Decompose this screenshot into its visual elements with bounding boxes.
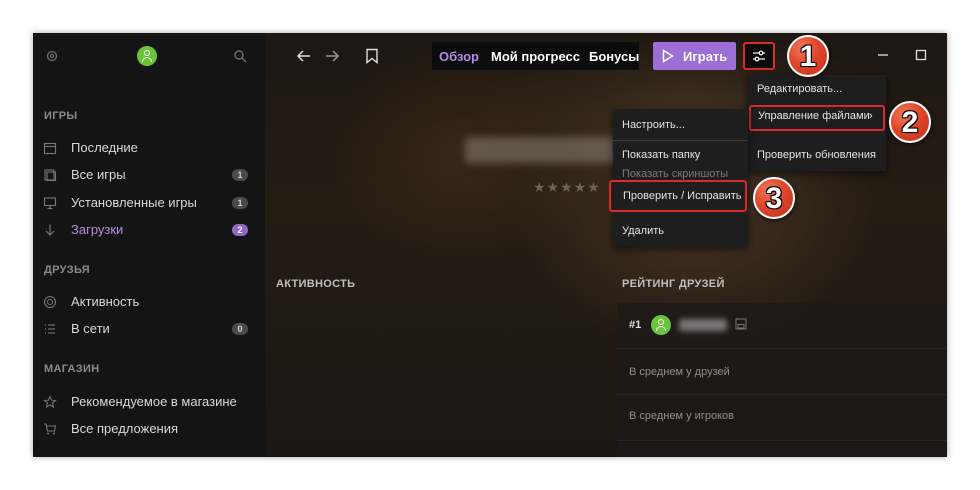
- menu-item-configure[interactable]: Настроить...: [613, 115, 748, 137]
- save-icon: [735, 318, 747, 330]
- file-management-menu: Настроить... Показать папку Показать скр…: [609, 109, 748, 247]
- sidebar-item-activity[interactable]: Активность: [33, 289, 265, 315]
- sidebar-item-label: Последние: [71, 140, 138, 155]
- play-button[interactable]: Играть: [653, 42, 736, 70]
- monitor-icon: [43, 197, 57, 210]
- rating-row: В среднем у друзей: [617, 349, 947, 395]
- menu-item-delete[interactable]: Удалить: [613, 221, 748, 243]
- menu-separator: [613, 140, 748, 141]
- count-badge: 0: [232, 323, 248, 335]
- menu-item-edit[interactable]: Редактировать...: [748, 79, 886, 101]
- menu-item-check-updates[interactable]: Проверить обновления: [748, 145, 886, 167]
- galaxy-app-window: ИГРЫ Последние Все игры 1 Установленные …: [33, 33, 947, 457]
- forward-arrow-icon[interactable]: [323, 47, 341, 65]
- sidebar-item-featured[interactable]: Рекомендуемое в магазине: [33, 389, 265, 415]
- rating-stars[interactable]: ★★★★★: [533, 179, 601, 196]
- play-button-label: Играть: [683, 49, 728, 64]
- sidebar-item-label: Рекомендуемое в магазине: [71, 394, 237, 409]
- sidebar: ИГРЫ Последние Все игры 1 Установленные …: [33, 33, 265, 457]
- library-icon: [44, 169, 57, 182]
- user-avatar[interactable]: [137, 46, 157, 66]
- sidebar-item-all-games[interactable]: Все игры 1: [33, 162, 265, 188]
- chevron-right-icon: ›: [869, 110, 873, 122]
- search-icon[interactable]: [233, 49, 247, 63]
- minimize-icon[interactable]: [876, 48, 890, 62]
- menu-item-manage-files[interactable]: Управление файлами ›: [749, 105, 885, 131]
- sidebar-item-online[interactable]: В сети 0: [33, 316, 265, 342]
- bookmark-icon[interactable]: [363, 47, 381, 65]
- sidebar-item-label: Активность: [71, 294, 140, 309]
- cart-icon: [44, 423, 57, 435]
- calendar-icon: [43, 142, 57, 155]
- callout-step-3: 3: [753, 177, 795, 219]
- sidebar-item-downloads[interactable]: Загрузки 2: [33, 217, 265, 243]
- count-badge: 1: [232, 169, 248, 181]
- menu-item-show-screenshots[interactable]: Показать скриншоты: [613, 164, 748, 180]
- rank-label: #1: [629, 319, 642, 331]
- friends-rating-heading: РЕЙТИНГ ДРУЗЕЙ: [622, 278, 725, 290]
- callout-step-1: 1: [787, 35, 829, 77]
- settings-menu: Редактировать... Управление файлами › Пр…: [748, 75, 886, 171]
- count-badge: 2: [232, 224, 248, 236]
- section-title-games: ИГРЫ: [44, 110, 78, 122]
- back-arrow-icon[interactable]: [295, 47, 313, 65]
- tab-bar: Обзор Мой прогресс Бонусы: [432, 42, 639, 70]
- section-title-store: МАГАЗИН: [44, 363, 100, 375]
- download-arrow-icon: [45, 224, 55, 236]
- tab-bonuses[interactable]: Бонусы: [589, 49, 639, 64]
- rating-row: #1: [617, 303, 947, 349]
- play-icon: [662, 49, 674, 63]
- sidebar-top: [33, 33, 265, 79]
- avg-friends-label: В среднем у друзей: [629, 366, 730, 378]
- sidebar-item-label: Все игры: [71, 167, 126, 182]
- activity-heading: АКТИВНОСТЬ: [276, 278, 356, 290]
- sidebar-item-label: В сети: [71, 321, 110, 336]
- tab-overview[interactable]: Обзор: [439, 49, 479, 64]
- gear-icon[interactable]: [45, 49, 59, 63]
- sidebar-item-label: Загрузки: [71, 222, 124, 237]
- list-icon: [45, 324, 55, 334]
- friends-rating-panel: #1 В среднем у друзей В среднем у игроко…: [617, 303, 947, 457]
- count-badge: 1: [232, 197, 248, 209]
- sidebar-item-recent[interactable]: Последние: [33, 135, 265, 161]
- sidebar-item-label: Все предложения: [71, 421, 179, 436]
- sidebar-item-all-offers[interactable]: Все предложения: [33, 416, 265, 442]
- sliders-icon: [753, 50, 765, 62]
- top-bar: Обзор Мой прогресс Бонусы Играть: [265, 33, 947, 79]
- friend-avatar[interactable]: [651, 315, 671, 335]
- sidebar-item-label: Установленные игры: [71, 195, 197, 210]
- sidebar-item-installed[interactable]: Установленные игры 1: [33, 190, 265, 216]
- rating-row: В среднем у игроков: [617, 395, 947, 441]
- callout-step-2: 2: [889, 101, 931, 143]
- maximize-icon[interactable]: [914, 48, 928, 62]
- section-title-friends: ДРУЗЬЯ: [44, 264, 90, 276]
- star-icon: [43, 395, 57, 409]
- friend-name-blurred: [679, 319, 727, 331]
- activity-circle-icon: [43, 295, 57, 309]
- avg-players-label: В среднем у игроков: [629, 410, 734, 422]
- game-settings-button[interactable]: [743, 42, 775, 70]
- tab-my-progress[interactable]: Мой прогресс: [491, 49, 580, 64]
- menu-item-verify-repair[interactable]: Проверить / Исправить: [609, 180, 747, 212]
